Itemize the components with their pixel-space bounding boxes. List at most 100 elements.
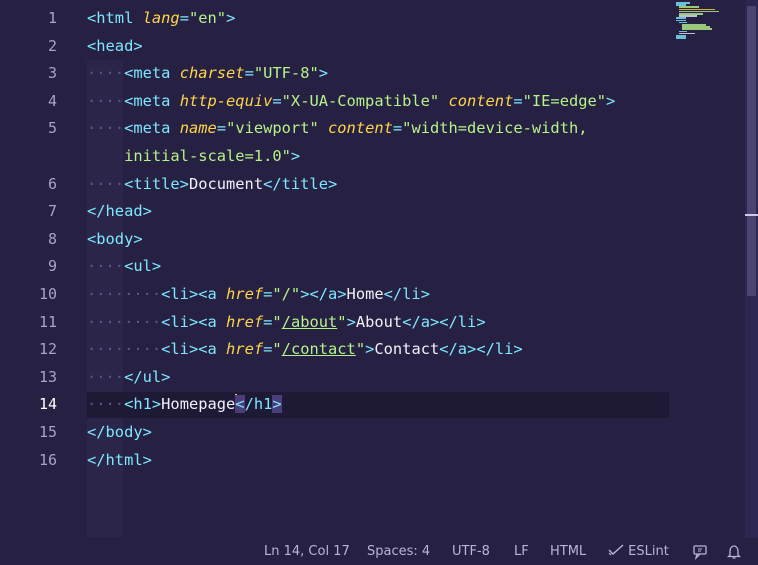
line-number[interactable]: 6 — [0, 170, 57, 198]
code-token: initial-scale=1.0" — [124, 147, 291, 165]
code-line[interactable]: ····</ul> — [87, 363, 170, 391]
code-token: "X-UA-Compatible" — [281, 91, 440, 110]
end-of-line-setting[interactable]: LF — [514, 538, 529, 565]
line-number[interactable]: 5 — [0, 114, 57, 142]
code-line[interactable]: ····<meta http-equiv="X-UA-Compatible" c… — [87, 87, 615, 115]
code-token: </html> — [87, 450, 152, 469]
language-mode[interactable]: HTML — [550, 538, 586, 565]
line-number[interactable]: 4 — [0, 87, 57, 115]
code-token: About — [355, 312, 403, 331]
code-token: </title> — [263, 174, 338, 193]
code-token: </a></li> — [402, 312, 486, 331]
line-number[interactable]: 15 — [0, 418, 57, 446]
code-token: > — [226, 9, 236, 27]
code-token: http-equiv — [179, 91, 273, 110]
eslint-label: ESLint — [628, 544, 669, 559]
code-line[interactable]: ········<li><a href="/contact">Contact</… — [87, 335, 523, 363]
code-line[interactable]: <html lang="en"> — [87, 4, 235, 32]
scrollbar-thumb[interactable] — [747, 6, 756, 296]
code-line[interactable]: <body> — [87, 225, 143, 253]
matched-bracket: < — [235, 395, 245, 414]
whitespace-marker: ········ — [87, 312, 162, 331]
line-number[interactable]: 10 — [0, 280, 57, 308]
code-line[interactable]: </html> — [87, 446, 152, 474]
code-token: <html — [87, 9, 134, 27]
code-token: = — [216, 119, 227, 138]
code-token: = — [179, 9, 189, 27]
code-line[interactable]: ····<ul> — [87, 252, 161, 280]
line-number[interactable]: 3 — [0, 59, 57, 87]
code-token: content — [448, 91, 514, 110]
line-number[interactable]: 12 — [0, 335, 57, 363]
code-token: "IE=edge" — [522, 91, 607, 110]
code-token: lang — [142, 9, 180, 27]
code-token: href — [226, 340, 264, 359]
code-token: = — [263, 340, 273, 359]
code-token: "viewport" — [226, 119, 319, 138]
code-line[interactable]: ····<h1>Homepage</h1> — [87, 390, 282, 418]
code-token: charset — [179, 64, 245, 83]
encoding-setting[interactable]: UTF-8 — [452, 538, 490, 565]
code-token: Contact — [374, 340, 440, 359]
line-number[interactable]: 1 — [0, 4, 57, 32]
line-number[interactable] — [0, 142, 57, 170]
indentation-setting[interactable]: Spaces: 4 — [367, 538, 430, 565]
code-line[interactable]: ········<li><a href="/"></a>Home</li> — [87, 280, 430, 308]
code-token: Home — [346, 285, 384, 303]
minimap-line — [676, 37, 686, 39]
whitespace-marker: ···· — [87, 119, 125, 138]
line-number[interactable]: 13 — [0, 363, 57, 391]
link-path[interactable]: /about — [282, 313, 338, 331]
code-line[interactable]: </head> — [87, 197, 152, 225]
code-token: > — [318, 64, 329, 83]
code-line[interactable]: ····<title>Document</title> — [87, 170, 337, 198]
code-token: "en" — [188, 9, 227, 27]
code-token: <h1> — [124, 395, 162, 414]
whitespace-marker: ···· — [87, 257, 125, 276]
code-token: " — [272, 312, 282, 331]
code-line[interactable]: <head> — [87, 32, 143, 60]
status-bar: Ln 14, Col 17 Spaces: 4 UTF-8 LF HTML ES… — [0, 538, 758, 565]
line-number[interactable]: 11 — [0, 308, 57, 336]
code-line[interactable]: </body> — [87, 418, 152, 446]
link-path[interactable]: /contact — [282, 340, 356, 358]
cursor-position[interactable]: Ln 14, Col 17 — [264, 538, 350, 565]
minimap[interactable] — [676, 2, 744, 42]
code-token: </head> — [87, 202, 152, 221]
code-line[interactable]: ····<meta charset="UTF-8"> — [87, 59, 328, 87]
code-token: <meta — [124, 119, 171, 138]
code-line[interactable]: ········<li><a href="/about">About</a></… — [87, 308, 486, 336]
bell-icon[interactable] — [727, 544, 741, 560]
code-token: <li><a — [161, 312, 217, 331]
code-token: = — [244, 64, 254, 83]
code-token: = — [392, 119, 403, 138]
vertical-scrollbar[interactable] — [745, 0, 758, 538]
line-number[interactable]: 16 — [0, 446, 57, 474]
code-line[interactable]: initial-scale=1.0"> — [87, 142, 300, 170]
eslint-status[interactable]: ESLint — [608, 538, 669, 565]
line-number[interactable]: 8 — [0, 225, 57, 253]
code-token: <body> — [87, 229, 143, 248]
code-token: content — [328, 119, 393, 138]
line-number[interactable]: 14 — [0, 390, 57, 418]
line-number[interactable]: 7 — [0, 197, 57, 225]
code-token: <title> — [124, 174, 189, 193]
code-editor[interactable]: 1 2 3 4 5 6 7 8 9 10 11 12 13 14 15 16 <html lang="en">… — [0, 0, 745, 538]
code-token: " — [337, 312, 347, 331]
whitespace-marker: ········ — [87, 340, 162, 359]
code-token: Homepage — [161, 395, 236, 414]
line-number[interactable]: 9 — [0, 252, 57, 280]
code-line[interactable]: ····<meta name="viewport" content="width… — [87, 114, 588, 142]
code-token: "UTF-8" — [253, 64, 319, 83]
line-number-gutter: 1 2 3 4 5 6 7 8 9 10 11 12 13 14 15 16 — [0, 0, 86, 538]
line-number[interactable]: 2 — [0, 32, 57, 60]
feedback-icon[interactable] — [692, 544, 708, 560]
code-area[interactable]: <html lang="en"> <head> ····<meta charset=… — [87, 0, 745, 538]
code-token: " — [272, 340, 282, 359]
code-token: > — [365, 340, 375, 359]
